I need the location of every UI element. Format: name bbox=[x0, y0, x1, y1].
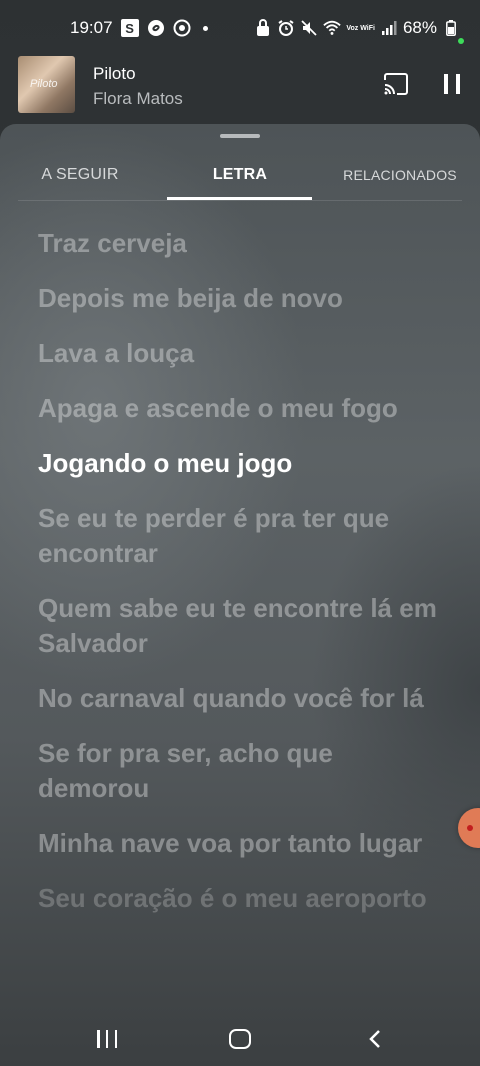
back-icon[interactable] bbox=[368, 1029, 382, 1049]
lyric-line-current[interactable]: Jogando o meu jogo bbox=[38, 446, 448, 481]
tab-up-next[interactable]: A SEGUIR bbox=[0, 150, 160, 200]
home-icon[interactable] bbox=[229, 1029, 251, 1049]
lyrics-list[interactable]: Traz cerveja Depois me beija de novo Lav… bbox=[38, 226, 448, 936]
drag-handle[interactable] bbox=[220, 134, 260, 138]
signal-icon bbox=[380, 19, 398, 37]
tab-related[interactable]: RELACIONADOS bbox=[320, 150, 480, 200]
tab-label: A SEGUIR bbox=[41, 166, 119, 183]
tab-lyrics[interactable]: LETRA bbox=[160, 150, 320, 200]
lyric-line[interactable]: Se eu te perder é pra ter que encontrar bbox=[38, 501, 448, 571]
status-right: Voz WiFi 68% bbox=[254, 18, 460, 38]
battery-percent: 68% bbox=[402, 18, 437, 37]
notification-dot bbox=[202, 25, 208, 31]
lyric-line[interactable]: Minha nave voa por tanto lugar bbox=[38, 826, 448, 861]
lyric-line[interactable]: No carnaval quando você for lá bbox=[38, 681, 448, 716]
s-app-icon: S bbox=[120, 19, 139, 37]
wifi-calling-label: Voz WiFi bbox=[346, 24, 375, 32]
lyric-line[interactable]: Apaga e ascende o meu fogo bbox=[38, 391, 448, 426]
vpn-icon bbox=[254, 19, 272, 37]
cast-icon[interactable] bbox=[382, 72, 410, 96]
album-art-thumbnail[interactable]: Piloto bbox=[18, 56, 75, 113]
status-bar: 19:07 S Voz WiFi 68% bbox=[0, 0, 480, 58]
status-time: 19:07 bbox=[70, 18, 113, 37]
alarm-icon bbox=[277, 19, 295, 37]
tab-bar: A SEGUIR LETRA RELACIONADOS bbox=[0, 150, 480, 200]
lyric-line[interactable]: Depois me beija de novo bbox=[38, 281, 448, 316]
player-sheet: A SEGUIR LETRA RELACIONADOS Traz cerveja… bbox=[0, 124, 480, 1066]
shazam-icon bbox=[147, 19, 165, 37]
privacy-indicator-dot bbox=[458, 38, 464, 44]
lyric-line[interactable]: Quem sabe eu te encontre lá em Salvador bbox=[38, 591, 448, 661]
lyric-line[interactable]: Traz cerveja bbox=[38, 226, 448, 261]
mute-icon bbox=[300, 19, 318, 37]
pause-icon[interactable] bbox=[444, 74, 460, 94]
chrome-icon bbox=[173, 19, 191, 37]
screen: 19:07 S Voz WiFi 68% Piloto Piloto Flora… bbox=[0, 0, 480, 1066]
wifi-icon bbox=[323, 19, 342, 37]
recent-apps-icon[interactable] bbox=[97, 1030, 117, 1048]
album-art-text: Piloto bbox=[30, 78, 58, 90]
battery-icon bbox=[442, 19, 460, 37]
track-artist: Flora Matos bbox=[93, 89, 183, 108]
lyric-line[interactable]: Lava a louça bbox=[38, 336, 448, 371]
navigation-bar bbox=[0, 1010, 480, 1066]
lyric-line[interactable]: Seu coração é o meu aeroporto bbox=[38, 881, 448, 916]
lyric-line[interactable]: Se for pra ser, acho que demorou bbox=[38, 736, 448, 806]
mini-player[interactable]: Piloto Piloto Flora Matos bbox=[0, 56, 480, 116]
status-left: 19:07 S bbox=[70, 18, 208, 38]
tab-label: LETRA bbox=[212, 166, 268, 183]
track-title: Piloto bbox=[93, 64, 136, 83]
tab-label: RELACIONADOS bbox=[343, 167, 457, 183]
tabs-divider bbox=[18, 200, 462, 201]
